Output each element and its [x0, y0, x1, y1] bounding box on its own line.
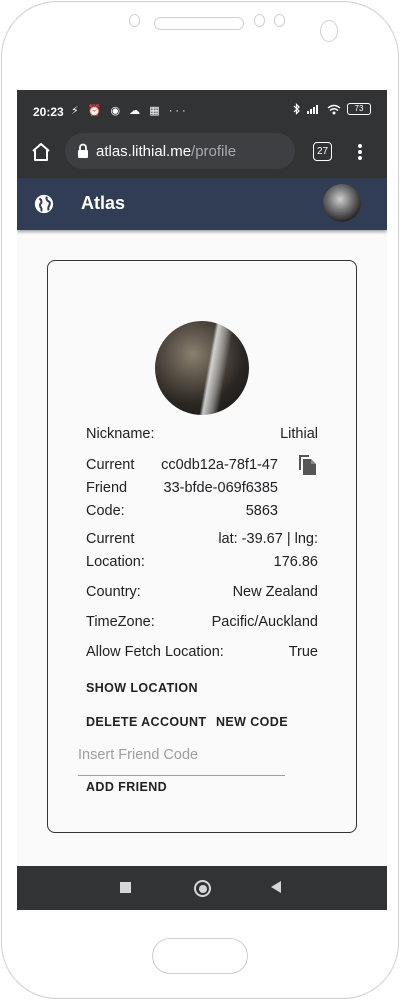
home-nav-icon[interactable]	[194, 880, 211, 897]
friend-code-label: Current Friend Code:	[86, 457, 135, 519]
copy-icon[interactable]	[296, 453, 318, 477]
new-code-button[interactable]: NEW CODE	[216, 715, 288, 729]
timezone-value: Pacific/Auckland	[211, 614, 318, 630]
browser-menu-icon[interactable]	[355, 142, 365, 162]
nickname-label: Nickname:	[86, 426, 155, 442]
url-domain: atlas.lithial.me	[96, 143, 192, 160]
app-bar: Atlas	[17, 178, 387, 230]
lock-icon	[78, 143, 88, 158]
user-avatar[interactable]	[323, 184, 361, 222]
friend-code-input[interactable]	[78, 741, 285, 776]
back-icon[interactable]	[271, 881, 281, 893]
country-label: Country:	[86, 584, 141, 600]
friend-code-value: cc0db12a-78f1-4733-bfde-069f63855863	[161, 457, 278, 519]
location-value: lat: -39.67 | lng: 176.86	[218, 531, 318, 570]
system-icons: 73	[293, 103, 371, 115]
app-title: Atlas	[81, 193, 126, 213]
delete-account-button[interactable]: DELETE ACCOUNT	[86, 715, 206, 729]
signal-icon	[307, 105, 318, 114]
profile-avatar	[155, 321, 249, 415]
add-friend-button[interactable]: ADD FRIEND	[86, 780, 167, 794]
home-icon[interactable]	[29, 140, 53, 164]
browser-toolbar: atlas.lithial.me/profile 27	[17, 130, 387, 178]
country-value: New Zealand	[232, 584, 318, 600]
url-path: /profile	[191, 143, 237, 160]
bluetooth-icon	[293, 103, 300, 115]
wifi-icon	[327, 104, 341, 114]
fetch-location-value: True	[288, 644, 318, 660]
battery-icon: 73	[347, 103, 371, 115]
notification-icons: ⚡ ⏰ ◉ ☁ ▦ ···	[71, 105, 189, 117]
globe-icon[interactable]	[33, 193, 55, 215]
proximity-sensor	[254, 14, 265, 27]
url-text: atlas.lithial.me/profile	[96, 143, 236, 160]
fetch-location-label: Allow Fetch Location:	[86, 644, 224, 660]
earpiece-speaker	[154, 17, 244, 30]
system-nav-bar	[17, 866, 387, 910]
status-time: 20:23	[33, 105, 64, 119]
address-bar[interactable]: atlas.lithial.me/profile	[65, 133, 295, 169]
front-camera	[129, 14, 140, 27]
tab-switcher-button[interactable]: 27	[313, 142, 332, 161]
profile-card: Nickname: Lithial Current Friend Code: c…	[47, 260, 357, 833]
status-bar: 20:23 ⚡ ⏰ ◉ ☁ ▦ ··· 73	[17, 90, 387, 130]
timezone-label: TimeZone:	[86, 614, 155, 630]
light-sensor	[274, 14, 285, 27]
hardware-home-button[interactable]	[152, 938, 248, 974]
recents-icon[interactable]	[120, 882, 131, 893]
nickname-value: Lithial	[280, 426, 318, 442]
show-location-button[interactable]: SHOW LOCATION	[86, 681, 198, 695]
sensor-oval	[320, 20, 338, 42]
location-label: Current Location:	[86, 531, 145, 570]
phone-screen: 20:23 ⚡ ⏰ ◉ ☁ ▦ ··· 73 atlas.lithial.me/…	[17, 90, 387, 910]
